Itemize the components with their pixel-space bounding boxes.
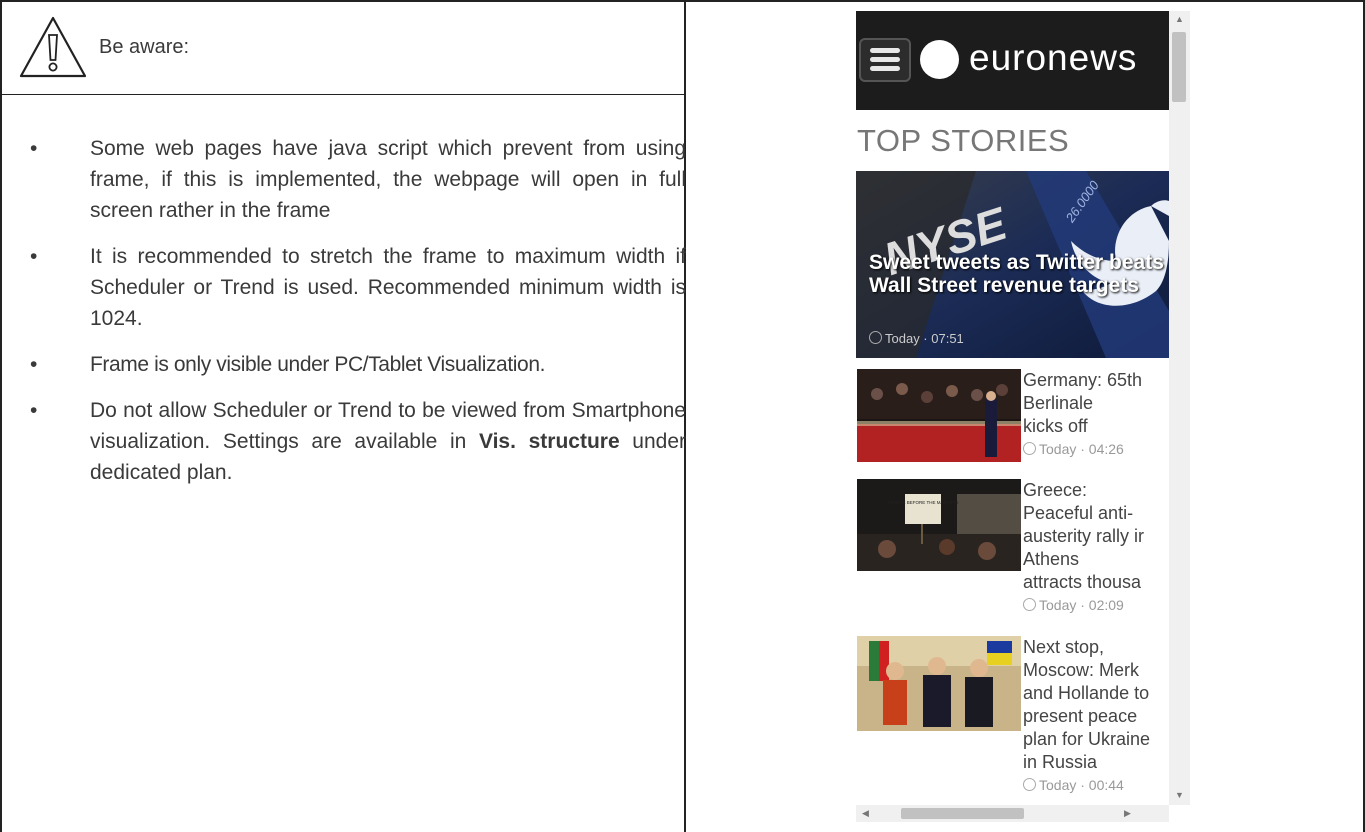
berlinale-image <box>857 369 1021 462</box>
bullet-icon: • <box>30 353 38 376</box>
story-title-line: and Hollande to <box>1023 683 1150 703</box>
list-item[interactable]: Next stop, Moscow: Merk and Hollande to … <box>856 636 1169 806</box>
list-item: • Frame is only visible under PC/Tablet … <box>30 349 686 380</box>
story-thumbnail: PEOPLE BEFORE THE MARKETS <box>857 479 1021 571</box>
site-logo[interactable]: euronews <box>969 37 1137 79</box>
notice-heading: Be aware: <box>99 36 190 58</box>
story-thumbnail <box>857 369 1021 462</box>
story-title-line: Athens <box>1023 549 1080 569</box>
story-title-line: Next stop, <box>1023 637 1105 657</box>
story-title-line: kicks off <box>1023 416 1088 436</box>
hero-timestamp: Today · 07:51 <box>869 331 964 346</box>
story-text[interactable]: Next stop, Moscow: Merk and Hollande to … <box>1023 636 1169 797</box>
story-timestamp: Today · 04:26 <box>1023 438 1169 461</box>
story-time-text: Today · 00:44 <box>1039 777 1124 793</box>
bullet-icon: • <box>30 245 38 268</box>
vertical-scroll-thumb[interactable] <box>1172 32 1186 102</box>
hero-title[interactable]: Sweet tweets as Twitter beats Wall Stree… <box>869 251 1165 297</box>
bullet-icon: • <box>30 137 38 160</box>
protest-image: PEOPLE BEFORE THE MARKETS <box>857 479 1021 571</box>
vertical-scrollbar[interactable]: ▲ ▼ <box>1169 11 1190 805</box>
menu-bar <box>870 66 900 71</box>
scroll-up-icon[interactable]: ▲ <box>1175 14 1184 24</box>
warning-icon <box>18 15 88 79</box>
header-row-divider <box>0 94 686 95</box>
leaders-image <box>857 636 1021 731</box>
logo-circle-icon <box>920 40 959 79</box>
section-title: TOP STORIES <box>857 123 1070 158</box>
clock-icon <box>869 331 882 344</box>
story-title-line: Greece: <box>1023 480 1088 500</box>
story-title-line: attracts thousa <box>1023 572 1142 592</box>
menu-bar <box>870 48 900 53</box>
story-time-text: Today · 02:09 <box>1039 597 1124 613</box>
embedded-webpage[interactable]: euronews TOP STORIES NYSE 26.0000 Sweet … <box>856 11 1190 822</box>
clock-icon <box>1023 442 1036 455</box>
story-title-line: Germany: 65th <box>1023 370 1143 390</box>
table-border-left <box>0 0 2 832</box>
story-title-line: austerity rally ir <box>1023 526 1145 546</box>
story-text[interactable]: Germany: 65th Berlinale kicks off Today … <box>1023 369 1169 461</box>
list-item[interactable]: PEOPLE BEFORE THE MARKETS Greece: Peacef… <box>856 479 1169 629</box>
vis-structure-term: Vis. structure <box>478 430 620 453</box>
list-item-text: Frame is only visible under PC/Tablet Vi… <box>90 353 546 376</box>
story-title-line: in Russia <box>1023 752 1098 772</box>
site-header: euronews <box>856 11 1169 110</box>
table-border-top <box>0 0 1365 2</box>
story-title-line: present peace <box>1023 706 1138 726</box>
clock-icon <box>1023 778 1036 791</box>
menu-bar <box>870 57 900 62</box>
bullet-icon: • <box>30 399 38 422</box>
story-thumbnail <box>857 636 1021 731</box>
story-title-line: Peaceful anti- <box>1023 503 1134 523</box>
list-item: • It is recommended to stretch the frame… <box>30 241 686 334</box>
list-item: • Some web pages have java script which … <box>30 133 686 226</box>
hero-story[interactable]: NYSE 26.0000 Sweet tweets as Twitter bea… <box>856 171 1169 358</box>
horizontal-scroll-thumb[interactable] <box>901 808 1024 819</box>
story-time-text: Today · 04:26 <box>1039 441 1124 457</box>
story-title-line: Berlinale <box>1023 393 1094 413</box>
notice-list: • Some web pages have java script which … <box>30 133 686 503</box>
story-timestamp: Today · 00:44 <box>1023 774 1169 797</box>
protest-sign-text: PEOPLE BEFORE THE MARKETS <box>888 500 959 505</box>
story-timestamp: Today · 02:09 <box>1023 594 1169 617</box>
hamburger-menu-icon[interactable] <box>859 38 911 82</box>
clock-icon <box>1023 598 1036 611</box>
story-title-line: plan for Ukraine <box>1023 729 1151 749</box>
scroll-left-icon[interactable]: ◀ <box>862 808 869 819</box>
hero-time-text: Today · 07:51 <box>885 331 964 346</box>
story-text[interactable]: Greece: Peaceful anti- austerity rally i… <box>1023 479 1169 617</box>
story-title-line: Moscow: Merk <box>1023 660 1140 680</box>
list-item-text: Some web pages have java script which pr… <box>90 137 686 222</box>
list-item[interactable]: Germany: 65th Berlinale kicks off Today … <box>856 369 1169 469</box>
horizontal-scrollbar[interactable]: ◀ ▶ <box>856 805 1169 822</box>
scroll-down-icon[interactable]: ▼ <box>1175 790 1184 800</box>
list-item-text: It is recommended to stretch the frame t… <box>90 245 686 330</box>
scroll-right-icon[interactable]: ▶ <box>1124 808 1131 819</box>
list-item: • Do not allow Scheduler or Trend to be … <box>30 395 686 488</box>
